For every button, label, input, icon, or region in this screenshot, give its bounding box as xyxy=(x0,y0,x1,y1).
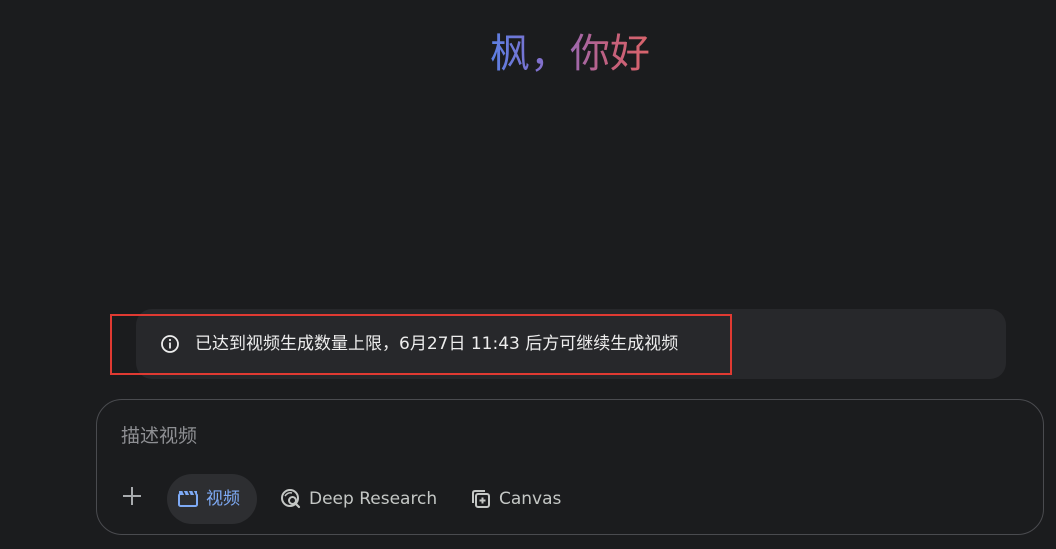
video-tool-button[interactable]: 视频 xyxy=(167,474,257,524)
app-page: 枫，你好 已达到视频生成数量上限，6月27日 11:43 后方可继续生成视频 描… xyxy=(0,0,1056,549)
video-tool-label: 视频 xyxy=(206,489,240,509)
deep-research-label: Deep Research xyxy=(309,489,438,509)
plus-icon xyxy=(122,486,142,510)
add-attachment-button[interactable] xyxy=(116,482,148,514)
limit-notice-text: 已达到视频生成数量上限，6月27日 11:43 后方可继续生成视频 xyxy=(195,334,679,354)
clapperboard-icon xyxy=(177,488,199,510)
info-icon xyxy=(160,334,180,354)
prompt-input[interactable] xyxy=(121,421,1001,451)
deep-research-icon xyxy=(280,488,302,510)
canvas-icon xyxy=(470,488,492,510)
canvas-button[interactable]: Canvas xyxy=(460,474,570,524)
deep-research-button[interactable]: Deep Research xyxy=(270,474,450,524)
canvas-label: Canvas xyxy=(499,489,562,509)
greeting-heading: 枫，你好 xyxy=(490,28,650,80)
